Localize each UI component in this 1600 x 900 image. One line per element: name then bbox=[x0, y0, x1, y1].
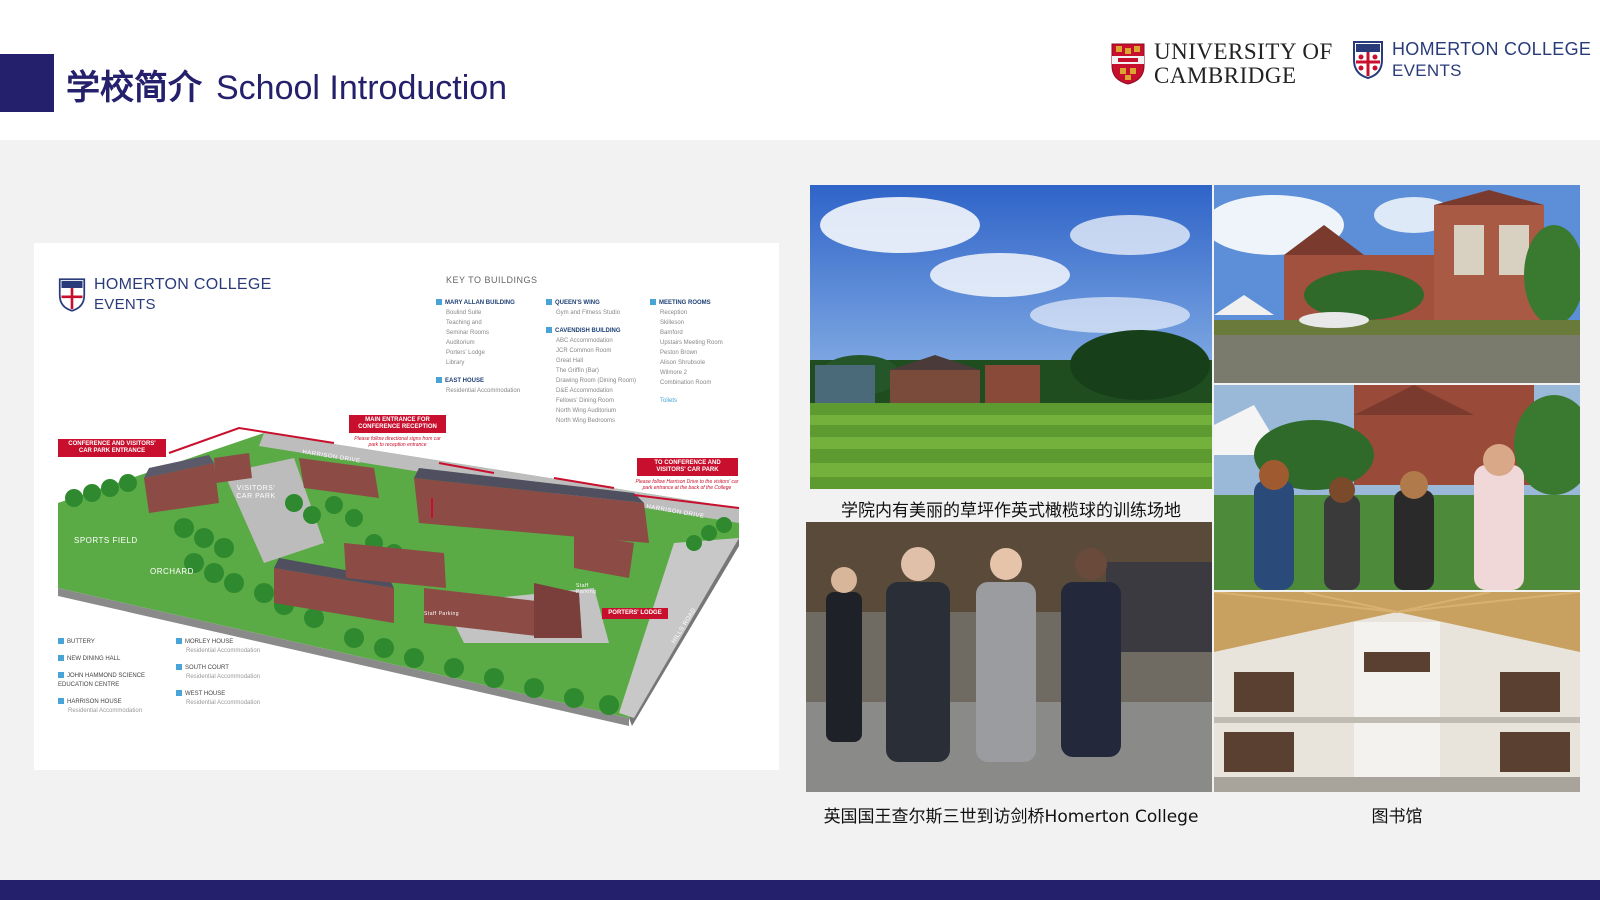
caption-library: 图书馆 bbox=[1371, 807, 1423, 827]
legend-sub: Residential Accommodation bbox=[186, 648, 261, 654]
cambridge-wordmark: UNIVERSITY OF CAMBRIDGE bbox=[1154, 40, 1333, 88]
header-bar: 学校简介 School Introduction UNIVERSITY OF CA… bbox=[0, 0, 1600, 140]
key-column-1: MARY ALLAN BUILDING Boulind Suite Teachi… bbox=[436, 298, 536, 396]
key-item: Peston Brown bbox=[660, 350, 698, 356]
key-item: North Wing Auditorium bbox=[556, 408, 617, 414]
key-head-meeting-rooms: MEETING ROOMS bbox=[650, 298, 760, 308]
label-porters-lodge: PORTERS' LODGE bbox=[602, 608, 668, 619]
photo-king-visit bbox=[806, 522, 1212, 792]
photo-college-building bbox=[1214, 185, 1580, 383]
page-title: 学校简介 School Introduction bbox=[66, 60, 507, 109]
legend-sub: Residential Accommodation bbox=[186, 674, 261, 680]
legend-item: HARRISON HOUSE bbox=[58, 698, 168, 707]
key-item: Wilmore 2 bbox=[660, 370, 688, 376]
homerton-shield-icon bbox=[1353, 41, 1383, 80]
text-sports-field: SPORTS FIELD bbox=[74, 536, 138, 545]
cambridge-line1: UNIVERSITY OF bbox=[1154, 39, 1333, 64]
campus-map: HOMERTON COLLEGE EVENTS KEY TO BUILDINGS… bbox=[34, 243, 779, 770]
lawn-scene bbox=[810, 185, 1212, 489]
legend-item: NEW DINING HALL bbox=[58, 655, 168, 664]
map-logo-line1: HOMERTON COLLEGE bbox=[94, 276, 272, 293]
key-column-2: QUEEN'S WING Gym and Fitness Studio CAVE… bbox=[546, 298, 656, 426]
key-item: JCR Common Room bbox=[556, 348, 612, 354]
key-item: Combination Room bbox=[660, 380, 712, 386]
key-item: Skilleson bbox=[660, 320, 685, 326]
key-item: Drawing Room (Dining Room) bbox=[556, 378, 637, 384]
cambridge-shield-icon bbox=[1111, 43, 1145, 85]
map-homerton-wordmark: HOMERTON COLLEGE EVENTS bbox=[94, 275, 272, 315]
key-column-3: MEETING ROOMS Reception Skilleson Bamfor… bbox=[650, 298, 760, 406]
key-item: Alison Shrubsole bbox=[660, 360, 706, 366]
homerton-logo: HOMERTON COLLEGE EVENTS bbox=[1352, 38, 1591, 82]
text-staff-parking: Staff Parking bbox=[424, 611, 460, 617]
key-item: Teaching and bbox=[446, 320, 482, 326]
key-title: KEY TO BUILDINGS bbox=[446, 275, 538, 285]
key-item: Bamford bbox=[660, 330, 683, 336]
key-item: Porters' Lodge bbox=[446, 350, 485, 356]
photo-library bbox=[1214, 592, 1580, 792]
key-item: Upstairs Meeting Room bbox=[660, 340, 723, 346]
key-item: Library bbox=[446, 360, 465, 366]
photo-rugby-lawn bbox=[810, 185, 1212, 489]
key-head-queens-wing: QUEEN'S WING bbox=[546, 298, 656, 308]
label-to-car-park: TO CONFERENCE AND VISITORS' CAR PARK bbox=[637, 458, 738, 476]
legend-item: WEST HOUSE bbox=[176, 690, 286, 699]
legend-item: BUTTERY bbox=[58, 638, 168, 647]
key-item: ABC Accommodation bbox=[556, 338, 613, 344]
key-item: Fellows' Dining Room bbox=[556, 398, 614, 404]
cambridge-line2: CAMBRIDGE bbox=[1154, 63, 1297, 88]
legend-item: MORLEY HOUSE bbox=[176, 638, 286, 647]
cambridge-logo: UNIVERSITY OF CAMBRIDGE bbox=[1110, 40, 1333, 88]
key-item: North Wing Bedrooms bbox=[556, 418, 616, 424]
legend-sub: Residential Accommodation bbox=[186, 700, 261, 706]
key-head-cavendish: CAVENDISH BUILDING bbox=[546, 326, 656, 336]
key-item: Great Hall bbox=[556, 358, 584, 364]
caption-lawn: 学院内有美丽的草坪作英式橄榄球的训练场地 bbox=[841, 501, 1181, 521]
note-to-car-park: Please follow Harrison Drive to the visi… bbox=[635, 479, 739, 491]
caption-king-visit: 英国国王查尔斯三世到访剑桥Homerton College bbox=[823, 807, 1199, 827]
key-item: Gym and Fitness Studio bbox=[556, 310, 621, 316]
homerton-line2: EVENTS bbox=[1392, 61, 1462, 80]
key-item: D&E Accommodation bbox=[556, 388, 613, 394]
key-item: Boulind Suite bbox=[446, 310, 482, 316]
building-scene bbox=[1214, 185, 1580, 383]
text-orchard: ORCHARD bbox=[150, 567, 194, 576]
homerton-wordmark: HOMERTON COLLEGE EVENTS bbox=[1392, 38, 1591, 82]
page-title-cn: 学校简介 bbox=[66, 68, 202, 108]
label-main-entrance: MAIN ENTRANCE FOR CONFERENCE RECEPTION bbox=[349, 415, 446, 433]
bottom-legend-col-1: BUTTERY NEW DINING HALL JOHN HAMMOND SCI… bbox=[58, 638, 168, 716]
garden-party-scene bbox=[1214, 385, 1580, 590]
key-head-east-house: EAST HOUSE bbox=[436, 376, 536, 386]
text-visitors-car-park: VISITORS' CAR PARK bbox=[236, 485, 276, 500]
key-item: Residential Accommodation bbox=[446, 388, 521, 394]
library-scene bbox=[1214, 592, 1580, 792]
key-item: Reception bbox=[660, 310, 688, 316]
key-item: Auditorium bbox=[446, 340, 475, 346]
key-item: The Griffin (Bar) bbox=[556, 368, 599, 374]
label-conference-entrance: CONFERENCE AND VISITORS' CAR PARK ENTRAN… bbox=[58, 439, 166, 457]
legend-item: SOUTH COURT bbox=[176, 664, 286, 673]
note-main-entrance: Please follow directional signs from car… bbox=[354, 436, 441, 448]
map-homerton-logo: HOMERTON COLLEGE EVENTS bbox=[58, 275, 272, 315]
page-title-en: School Introduction bbox=[216, 69, 508, 107]
bottom-legend-col-2: MORLEY HOUSE Residential Accommodation S… bbox=[176, 638, 286, 708]
legend-sub: Residential Accommodation bbox=[68, 708, 143, 714]
photo-garden-party bbox=[1214, 385, 1580, 590]
king-visit-scene bbox=[806, 522, 1212, 792]
footer-bar bbox=[0, 880, 1600, 900]
homerton-line1: HOMERTON COLLEGE bbox=[1392, 39, 1592, 59]
map-logo-line2: EVENTS bbox=[94, 296, 156, 313]
header-accent-block bbox=[0, 54, 54, 112]
key-item: Seminar Rooms bbox=[446, 330, 490, 336]
key-toilets: Toilets bbox=[660, 398, 678, 404]
map-homerton-shield-icon bbox=[58, 278, 86, 312]
text-staff-parking-2: Staff Parking bbox=[576, 583, 597, 595]
key-head-mary-allan: MARY ALLAN BUILDING bbox=[436, 298, 536, 308]
legend-item: JOHN HAMMOND SCIENCE EDUCATION CENTRE bbox=[58, 672, 146, 688]
